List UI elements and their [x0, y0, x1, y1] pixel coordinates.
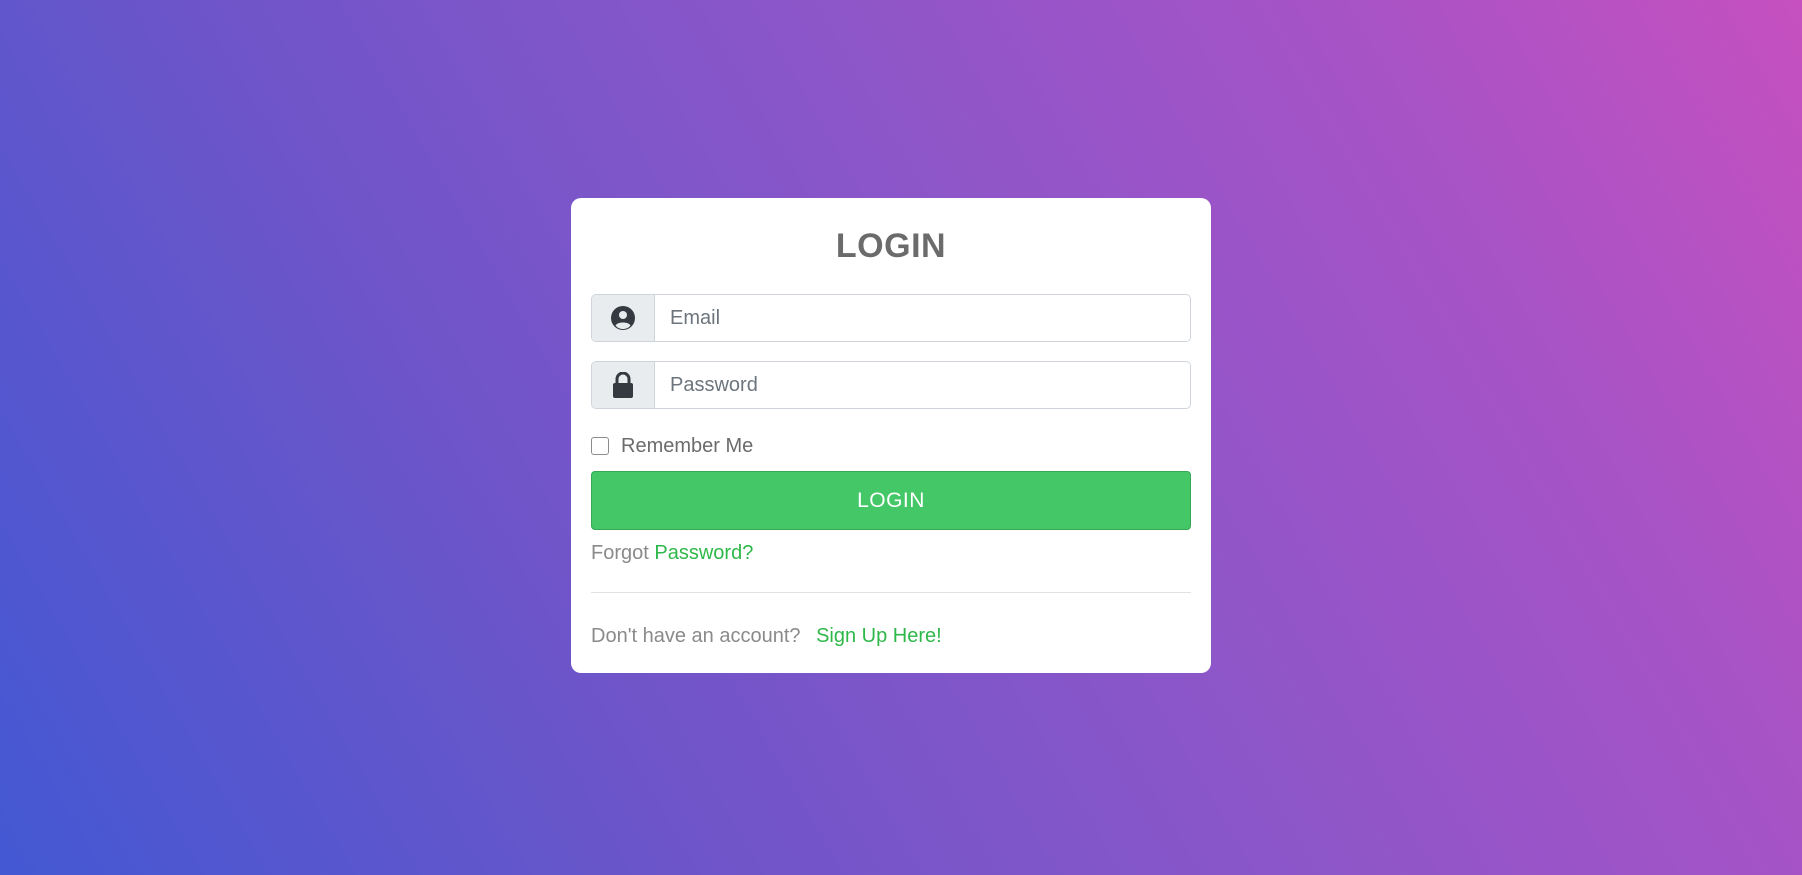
remember-me-row: Remember Me [591, 433, 1191, 459]
signup-link[interactable]: Sign Up Here! [816, 625, 942, 647]
login-card: LOGIN Remember Me LOGIN Forgot Password? [571, 198, 1211, 673]
user-circle-icon [592, 295, 655, 341]
forgot-password-link[interactable]: Password? [654, 542, 753, 564]
email-field[interactable] [655, 295, 1190, 341]
divider [591, 592, 1191, 593]
lock-icon [592, 362, 655, 408]
remember-me-label[interactable]: Remember Me [621, 435, 753, 458]
signup-prefix: Don't have an account? [591, 625, 801, 647]
forgot-password-row: Forgot Password? [591, 538, 1191, 568]
remember-me-checkbox[interactable] [591, 437, 609, 455]
forgot-prefix: Forgot [591, 542, 649, 564]
signup-row: Don't have an account? Sign Up Here! [591, 621, 1191, 651]
password-field[interactable] [655, 362, 1190, 408]
login-button[interactable]: LOGIN [591, 471, 1191, 530]
email-input-group [591, 294, 1191, 342]
password-input-group [591, 361, 1191, 409]
login-title: LOGIN [835, 227, 947, 265]
